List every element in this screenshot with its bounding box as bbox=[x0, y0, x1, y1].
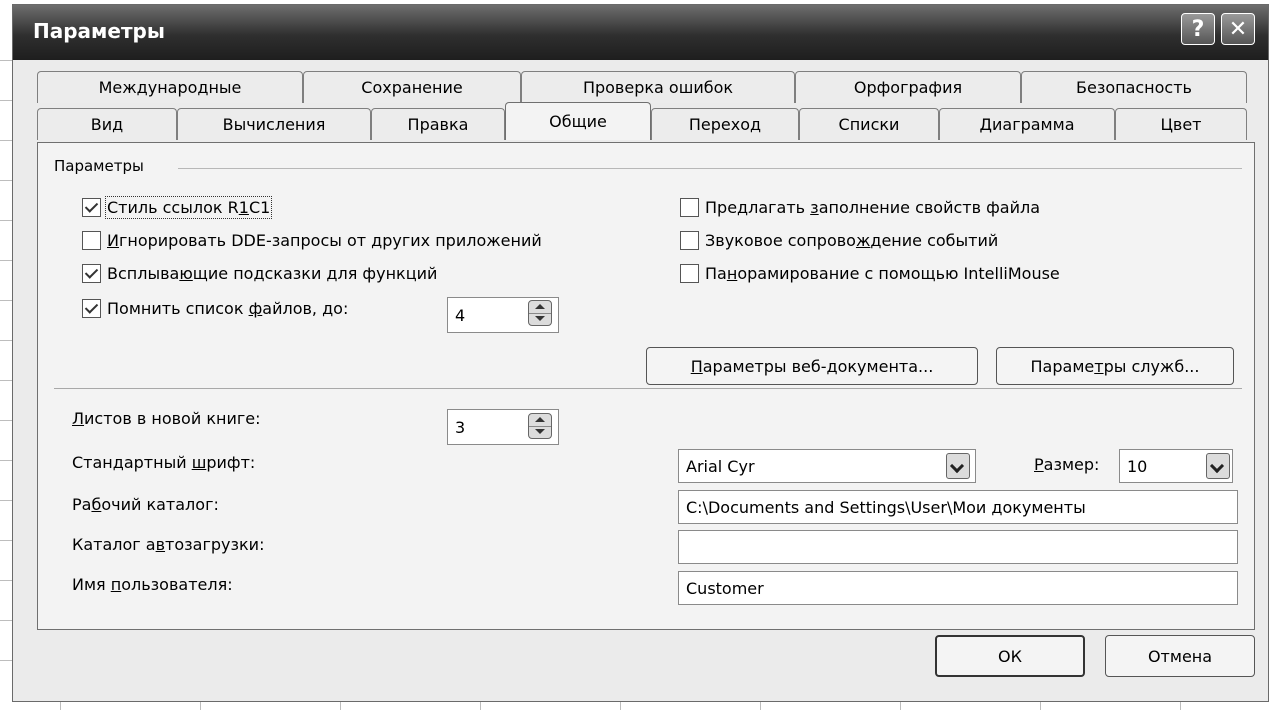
ignore-dde-option[interactable]: Игнорировать DDE-запросы от других прило… bbox=[82, 231, 542, 250]
sheets-spinner[interactable] bbox=[528, 413, 552, 439]
group-label-parameters: Параметры bbox=[54, 157, 144, 175]
tab-international[interactable]: Международные bbox=[37, 71, 303, 103]
user-name-label: Имя пользователя: bbox=[72, 575, 233, 594]
group-divider bbox=[178, 168, 1242, 169]
service-options-button[interactable]: Параметры служб... bbox=[996, 347, 1234, 385]
tab-error-checking[interactable]: Проверка ошибок bbox=[521, 71, 795, 103]
intellimouse-option[interactable]: Панорамирование с помощью IntelliMouse bbox=[680, 264, 1060, 283]
file-properties-checkbox[interactable] bbox=[680, 198, 699, 217]
r1c1-label: Стиль ссылок R1C1 bbox=[104, 196, 273, 219]
recent-files-spinner[interactable] bbox=[528, 300, 552, 326]
font-dropdown-icon[interactable] bbox=[946, 453, 970, 479]
tab-general[interactable]: Общие bbox=[505, 102, 651, 140]
ignore-dde-checkbox[interactable] bbox=[82, 231, 101, 250]
ok-button[interactable]: ОК bbox=[935, 635, 1085, 677]
function-tooltips-label: Всплывающие подсказки для функций bbox=[107, 264, 438, 283]
ignore-dde-label: Игнорировать DDE-запросы от других прило… bbox=[107, 231, 542, 250]
spin-down-icon[interactable] bbox=[529, 313, 551, 325]
function-tooltips-checkbox[interactable] bbox=[82, 264, 101, 283]
close-icon: ✕ bbox=[1228, 16, 1248, 42]
font-size-label: Размер: bbox=[1034, 455, 1100, 474]
tab-security[interactable]: Безопасность bbox=[1021, 71, 1247, 103]
file-properties-label: Предлагать заполнение свойств файла bbox=[705, 198, 1041, 217]
tab-save[interactable]: Сохранение bbox=[303, 71, 521, 103]
standard-font-select[interactable]: Arial Cyr bbox=[678, 449, 976, 483]
tab-spelling[interactable]: Орфография bbox=[795, 71, 1021, 103]
function-tooltips-option[interactable]: Всплывающие подсказки для функций bbox=[82, 264, 437, 283]
recent-files-label: Помнить список файлов, до: bbox=[107, 299, 349, 318]
close-button[interactable]: ✕ bbox=[1221, 13, 1255, 45]
dialog-title: Параметры bbox=[33, 19, 165, 43]
section-separator bbox=[54, 388, 1242, 389]
options-dialog: Параметры ? ✕ Международные Сохранение П… bbox=[12, 4, 1269, 702]
intellimouse-checkbox[interactable] bbox=[680, 264, 699, 283]
r1c1-checkbox[interactable] bbox=[82, 198, 101, 217]
web-options-button[interactable]: Параметры веб-документа... bbox=[646, 347, 978, 385]
r1c1-option[interactable]: Стиль ссылок R1C1 bbox=[82, 196, 273, 219]
working-directory-label: Рабочий каталог: bbox=[72, 495, 219, 514]
autoload-directory-input[interactable] bbox=[678, 530, 1238, 564]
file-properties-option[interactable]: Предлагать заполнение свойств файла bbox=[680, 198, 1040, 217]
cancel-button[interactable]: Отмена bbox=[1105, 635, 1255, 677]
tab-view[interactable]: Вид bbox=[37, 108, 177, 140]
tab-transition[interactable]: Переход bbox=[651, 108, 799, 140]
tab-edit[interactable]: Правка bbox=[371, 108, 505, 140]
user-name-input[interactable]: Customer bbox=[678, 571, 1238, 605]
intellimouse-label: Панорамирование с помощью IntelliMouse bbox=[705, 264, 1060, 283]
title-bar[interactable]: Параметры ? ✕ bbox=[13, 5, 1268, 60]
autoload-directory-label: Каталог автозагрузки: bbox=[72, 535, 265, 554]
help-button[interactable]: ? bbox=[1181, 13, 1215, 45]
sound-feedback-label: Звуковое сопровождение событий bbox=[705, 231, 999, 250]
standard-font-label: Стандартный шрифт: bbox=[72, 453, 256, 472]
sound-feedback-option[interactable]: Звуковое сопровождение событий bbox=[680, 231, 998, 250]
tab-chart[interactable]: Диаграмма bbox=[939, 108, 1115, 140]
tab-lists[interactable]: Списки bbox=[799, 108, 939, 140]
tab-calculation[interactable]: Вычисления bbox=[177, 108, 371, 140]
working-directory-input[interactable]: C:\Documents and Settings\User\Мои докум… bbox=[678, 490, 1238, 524]
tab-color[interactable]: Цвет bbox=[1115, 108, 1247, 140]
question-mark-icon: ? bbox=[1191, 16, 1205, 42]
sound-feedback-checkbox[interactable] bbox=[680, 231, 699, 250]
spin-down-icon[interactable] bbox=[529, 426, 551, 438]
size-dropdown-icon[interactable] bbox=[1206, 453, 1230, 479]
sheets-label: Листов в новой книге: bbox=[72, 409, 261, 428]
recent-files-option[interactable]: Помнить список файлов, до: bbox=[82, 299, 348, 318]
recent-files-checkbox[interactable] bbox=[82, 299, 101, 318]
general-tab-panel: Параметры Стиль ссылок R1C1 Игнорировать… bbox=[37, 142, 1255, 630]
